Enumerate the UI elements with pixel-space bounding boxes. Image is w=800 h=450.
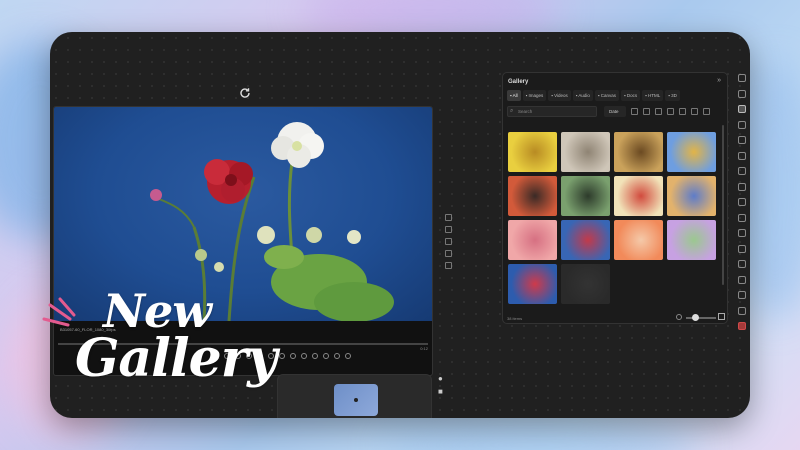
copy-icon[interactable]	[738, 198, 746, 206]
eye-icon[interactable]	[655, 108, 662, 115]
tab-all[interactable]: ▪ All	[507, 90, 521, 101]
thumb-bee-blue[interactable]	[667, 132, 716, 172]
gallery-item-count: 38 items	[507, 316, 523, 321]
collapse-icon[interactable]: »	[717, 77, 721, 84]
tab-label: Images	[528, 93, 544, 98]
layers-icon[interactable]	[738, 182, 746, 191]
tab-label: All	[512, 93, 518, 98]
tab-label: HTML	[648, 93, 661, 98]
palette-icon[interactable]	[445, 250, 452, 257]
tag-icon[interactable]	[738, 136, 746, 144]
trash-icon[interactable]	[738, 244, 746, 253]
right-toolbar	[738, 74, 746, 330]
tool-icon[interactable]	[312, 353, 318, 359]
gallery-tabs: ▪ All ▪ Images ▪ Videos ▪ Audio ▪ Canvas ▪ Do…	[507, 90, 680, 101]
compass-icon[interactable]	[738, 89, 746, 98]
zoom-slider-handle[interactable]	[692, 314, 699, 321]
tab-3d[interactable]: ▪ 3D	[665, 90, 680, 101]
tab-label: Audio	[578, 93, 590, 98]
delete-icon[interactable]	[703, 108, 710, 115]
pin-icon[interactable]: ●	[438, 375, 443, 383]
gallery-controls	[631, 108, 710, 115]
tool-icon[interactable]	[334, 353, 340, 359]
tool-icon[interactable]	[323, 353, 329, 359]
node-side-toolbar	[445, 214, 452, 269]
thumb-popcorn-bowl[interactable]	[667, 176, 716, 216]
tab-label: Canvas	[600, 93, 617, 98]
thumb-bee-gray[interactable]	[561, 132, 610, 172]
search-placeholder: Search	[518, 109, 533, 114]
thumb-bee-yellow[interactable]	[508, 132, 557, 172]
tool-icon[interactable]	[301, 353, 307, 359]
thumb-projector[interactable]	[508, 176, 557, 216]
gallery-icon[interactable]	[738, 105, 746, 113]
refresh-icon[interactable]	[239, 87, 251, 99]
gallery-scrollbar[interactable]	[722, 125, 724, 285]
thumb-empty[interactable]	[561, 264, 610, 304]
expand-icon[interactable]	[738, 151, 746, 160]
flag-icon[interactable]: ■	[438, 388, 443, 396]
grid-view-icon[interactable]	[643, 108, 650, 115]
connect-icon[interactable]	[738, 167, 746, 175]
play-icon[interactable]	[738, 74, 746, 82]
tab-images[interactable]: ▪ Images	[522, 90, 547, 101]
document-icon[interactable]	[738, 120, 746, 129]
thumb-bee-orange[interactable]	[614, 132, 663, 172]
thumb-carnation[interactable]	[508, 220, 557, 260]
zoom-slider[interactable]	[686, 317, 716, 319]
gallery-panel: Gallery » ▪ All ▪ Images ▪ Videos ▪ Audio ▪ …	[502, 72, 728, 324]
app-logo	[746, 409, 750, 418]
gallery-grid	[508, 132, 722, 304]
gear-icon[interactable]	[738, 306, 746, 315]
thumb-gerbera[interactable]	[614, 220, 663, 260]
trash-icon[interactable]	[445, 262, 452, 269]
thumb-flower-blue[interactable]	[561, 220, 610, 260]
tool-icon[interactable]	[279, 353, 285, 359]
dot-icon	[354, 398, 358, 402]
overlay-title-gallery: Gallery	[75, 328, 277, 389]
tool-icon[interactable]	[345, 353, 351, 359]
thumb-rose-blue[interactable]	[508, 264, 557, 304]
thumb-theater[interactable]	[561, 176, 610, 216]
tab-docs[interactable]: ▪ Docs	[621, 90, 641, 101]
tab-label: Videos	[554, 93, 568, 98]
tab-label: Docs	[626, 93, 638, 98]
crop-icon[interactable]	[445, 238, 452, 245]
settings-icon[interactable]	[679, 108, 686, 115]
tool-icon[interactable]	[290, 353, 296, 359]
tab-canvas[interactable]: ▪ Canvas	[594, 90, 620, 101]
sort-direction-icon[interactable]	[631, 108, 638, 115]
filter-icon[interactable]	[667, 108, 674, 115]
tab-label: 3D	[671, 93, 677, 98]
zoom-icon	[676, 314, 682, 320]
brand-icon[interactable]	[738, 322, 746, 330]
background-blob	[380, 420, 700, 450]
bottom-dock	[277, 374, 432, 418]
help-icon[interactable]	[738, 291, 746, 299]
tab-videos[interactable]: ▪ Videos	[548, 90, 571, 101]
fullscreen-icon[interactable]	[718, 313, 725, 320]
undo-icon[interactable]	[738, 260, 746, 268]
video-duration: 0:12	[420, 346, 428, 351]
swap-icon[interactable]	[445, 214, 452, 221]
dock-card[interactable]	[334, 384, 378, 416]
select-icon[interactable]	[691, 108, 698, 115]
thumb-popcorn[interactable]	[614, 176, 663, 216]
layout-icon[interactable]	[445, 226, 452, 233]
sort-dropdown[interactable]: Date	[604, 106, 626, 117]
thumb-pink-flower[interactable]	[667, 220, 716, 260]
scissors-icon[interactable]	[738, 229, 746, 237]
gallery-search-input[interactable]: ⌕ Search	[507, 106, 597, 117]
redo-icon[interactable]	[738, 275, 746, 284]
clipboard-icon[interactable]	[738, 213, 746, 222]
gallery-title: Gallery	[508, 79, 529, 85]
tab-html[interactable]: ▪ HTML	[642, 90, 664, 101]
search-icon: ⌕	[510, 108, 514, 114]
tab-audio[interactable]: ▪ Audio	[572, 90, 593, 101]
